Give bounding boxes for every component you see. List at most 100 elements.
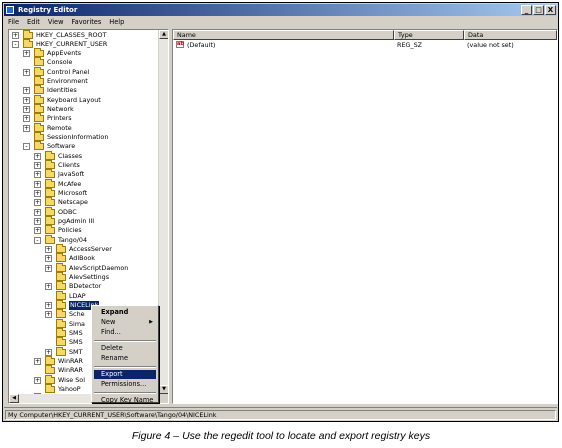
regedit-app-icon	[6, 6, 14, 14]
folder-icon	[34, 85, 44, 94]
expand-plus-icon[interactable]: +	[45, 265, 52, 272]
expand-plus-icon[interactable]: +	[34, 377, 41, 384]
collapse-minus-icon[interactable]: -	[23, 143, 30, 150]
menu-favorites[interactable]: Favorites	[67, 18, 105, 26]
value-type: REG_SZ	[397, 41, 423, 49]
tree-node[interactable]: + ODBC	[9, 207, 158, 217]
tree-node[interactable]: + HKEY_CLASSES_ROOT	[9, 30, 158, 40]
expand-plus-icon[interactable]: +	[34, 171, 41, 178]
folder-icon	[34, 48, 44, 57]
scroll-corner	[158, 394, 168, 403]
tree-node[interactable]: + AdlBook	[9, 253, 158, 263]
menu-help[interactable]: Help	[105, 18, 128, 26]
expand-plus-icon[interactable]: +	[23, 87, 30, 94]
tree-node[interactable]: + Microsoft	[9, 188, 158, 198]
expand-plus-icon[interactable]: +	[45, 311, 52, 318]
expand-plus-icon[interactable]: +	[34, 209, 41, 216]
folder-icon	[34, 67, 44, 76]
tree-node[interactable]: + Network	[9, 104, 158, 114]
menu-edit[interactable]: Edit	[23, 18, 44, 26]
scroll-left-arrow-icon[interactable]: ◀	[9, 394, 19, 403]
column-header-type[interactable]: Type	[394, 30, 464, 40]
expand-plus-icon[interactable]: +	[23, 125, 30, 132]
scroll-up-arrow-icon[interactable]: ▲	[159, 30, 168, 39]
tree-node[interactable]: + AccessServer	[9, 244, 158, 254]
tree-node-label: Sche	[69, 310, 85, 318]
tree-node[interactable]: + Printers	[9, 113, 158, 123]
expand-plus-icon[interactable]: +	[45, 349, 52, 356]
maximize-button[interactable]: □	[533, 5, 544, 15]
tree-node[interactable]: AlevSettings	[9, 272, 158, 282]
column-header-data[interactable]: Data	[464, 30, 557, 40]
tree-vertical-scrollbar[interactable]: ▲ ▼	[158, 30, 168, 394]
menu-separator	[94, 392, 156, 394]
expand-plus-icon[interactable]: +	[23, 115, 30, 122]
tree-node[interactable]: + Clients	[9, 160, 158, 170]
context-menu-item-delete[interactable]: Delete	[94, 344, 156, 353]
expand-plus-icon[interactable]: +	[34, 218, 41, 225]
tree-node[interactable]: + JavaSoft	[9, 169, 158, 179]
context-menu-item-permissions[interactable]: Permissions...	[94, 380, 156, 389]
column-header-name[interactable]: Name	[173, 30, 394, 40]
collapse-minus-icon[interactable]: -	[34, 237, 41, 244]
expand-plus-icon[interactable]: +	[45, 246, 52, 253]
tree-node[interactable]: + Keyboard Layout	[9, 95, 158, 105]
tree-node-label: LDAP	[69, 292, 86, 300]
expand-plus-icon[interactable]: +	[23, 69, 30, 76]
tree-node[interactable]: - Tango/04	[9, 235, 158, 245]
expand-plus-icon[interactable]: +	[45, 302, 52, 309]
context-menu-item-export[interactable]: Export	[94, 370, 156, 379]
tree-node[interactable]: + AlevScriptDaemon	[9, 263, 158, 273]
tree-node[interactable]: LDAP	[9, 291, 158, 301]
context-menu-item-label: Delete	[101, 344, 123, 352]
context-menu-item-find[interactable]: Find...	[94, 328, 156, 337]
folder-icon	[45, 188, 55, 197]
expand-plus-icon[interactable]: +	[12, 32, 19, 39]
context-menu-item-copy-key-name[interactable]: Copy Key Name	[94, 396, 156, 405]
tree-node[interactable]: + Remote	[9, 123, 158, 133]
scroll-down-arrow-icon[interactable]: ▼	[159, 385, 168, 394]
tree-node[interactable]: + Netscape	[9, 197, 158, 207]
menu-view[interactable]: View	[44, 18, 68, 26]
menu-file[interactable]: File	[4, 18, 23, 26]
tree-node[interactable]: + Control Panel	[9, 67, 158, 77]
tree-node[interactable]: + pgAdmin III	[9, 216, 158, 226]
tree-node-label: HKEY_CURRENT_USER	[36, 40, 108, 48]
tree-node[interactable]: Console	[9, 57, 158, 67]
expand-plus-icon[interactable]: +	[34, 190, 41, 197]
expand-plus-icon[interactable]: +	[34, 181, 41, 188]
context-menu-item-rename[interactable]: Rename	[94, 354, 156, 363]
close-button[interactable]: X	[545, 5, 556, 15]
tree-node[interactable]: Environment	[9, 76, 158, 86]
tree-node[interactable]: + AppEvents	[9, 48, 158, 58]
expand-plus-icon[interactable]: +	[34, 162, 41, 169]
minimize-button[interactable]: _	[521, 5, 532, 15]
expand-plus-icon[interactable]: +	[45, 255, 52, 262]
tree-node-label: Network	[47, 105, 74, 113]
expand-plus-icon[interactable]: +	[23, 106, 30, 113]
expand-plus-icon[interactable]: +	[45, 283, 52, 290]
collapse-minus-icon[interactable]: -	[12, 41, 19, 48]
tree-node[interactable]: SessionInformation	[9, 132, 158, 142]
expand-plus-icon[interactable]: +	[34, 227, 41, 234]
values-list-pane[interactable]: Name Type Data (Default) REG_SZ (value n…	[172, 29, 558, 404]
expand-plus-icon[interactable]: +	[34, 199, 41, 206]
tree-node[interactable]: + Identities	[9, 85, 158, 95]
context-menu-item-expand[interactable]: Expand	[94, 308, 156, 317]
tree-node[interactable]: + Classes	[9, 151, 158, 161]
expand-plus-icon[interactable]: +	[34, 153, 41, 160]
tree-node[interactable]: - Software	[9, 141, 158, 151]
folder-icon	[34, 104, 44, 113]
tree-node[interactable]: + Policies	[9, 225, 158, 235]
title-bar[interactable]: Registry Editor _ □ X	[4, 4, 557, 16]
tree-node[interactable]: + BDetector	[9, 281, 158, 291]
folder-icon	[56, 300, 66, 309]
expand-plus-icon[interactable]: +	[23, 50, 30, 57]
list-item[interactable]: (Default) REG_SZ (value not set)	[173, 40, 557, 50]
tree-node[interactable]: + McAfee	[9, 179, 158, 189]
expand-plus-icon[interactable]: +	[23, 97, 30, 104]
context-menu-item-label: Expand	[101, 308, 129, 316]
tree-node[interactable]: - HKEY_CURRENT_USER	[9, 39, 158, 49]
context-menu-item-new[interactable]: New ▶	[94, 318, 156, 327]
expand-plus-icon[interactable]: +	[34, 358, 41, 365]
